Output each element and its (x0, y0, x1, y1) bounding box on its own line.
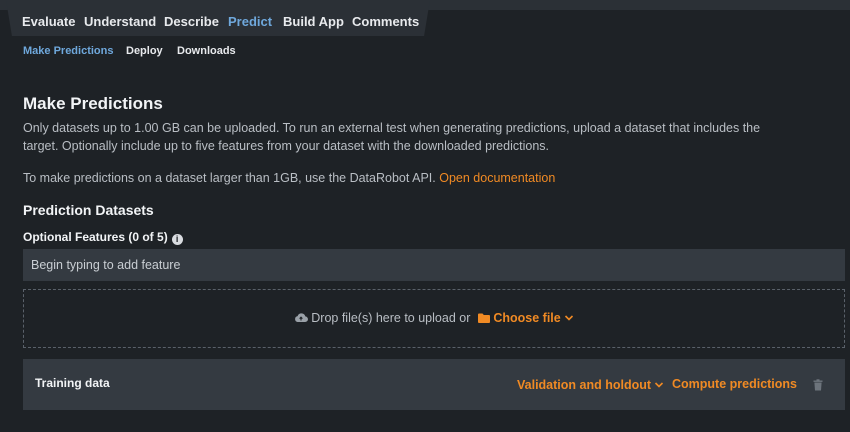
tab-evaluate[interactable]: Evaluate (22, 14, 75, 29)
drop-text: Drop file(s) here to upload or (311, 311, 471, 325)
feature-search-input[interactable] (23, 249, 845, 281)
subnav-downloads[interactable]: Downloads (177, 45, 236, 57)
tab-describe[interactable]: Describe (164, 14, 219, 29)
tab-predict[interactable]: Predict (228, 14, 272, 29)
tab-build-app[interactable]: Build App (283, 14, 344, 29)
chevron-down-icon (654, 382, 664, 388)
info-icon[interactable]: i (171, 234, 183, 245)
partition-label: Validation and holdout (517, 378, 652, 392)
partition-dropdown[interactable]: Validation and holdout (517, 378, 664, 392)
page-title: Make Predictions (23, 94, 163, 113)
subnav-deploy[interactable]: Deploy (126, 45, 163, 57)
intro-text: Only datasets up to 1.00 GB can be uploa… (23, 121, 761, 153)
top-tab-bar: Evaluate Understand Describe Predict Bui… (0, 0, 850, 42)
choose-file-button[interactable]: Choose file (478, 311, 573, 325)
optional-features-label: Optional Features (0 of 5) i (23, 230, 183, 245)
open-documentation-link[interactable]: Open documentation (439, 171, 555, 185)
api-note-text: To make predictions on a dataset larger … (23, 171, 436, 185)
dataset-name: Training data (35, 376, 110, 390)
prediction-datasets-heading: Prediction Datasets (23, 202, 154, 218)
compute-predictions-button[interactable]: Compute predictions (672, 377, 797, 391)
folder-icon (478, 313, 491, 323)
dataset-row-training-data: Training data Validation and holdout Com… (23, 359, 845, 410)
dropzone-content: Drop file(s) here to upload or Choose fi… (24, 311, 844, 325)
trash-icon[interactable] (813, 378, 823, 396)
tab-comments[interactable]: Comments (352, 14, 419, 29)
chevron-down-icon (564, 315, 573, 321)
cloud-upload-icon (295, 313, 309, 323)
optional-features-text: Optional Features (0 of 5) (23, 230, 168, 244)
file-dropzone[interactable]: Drop file(s) here to upload or Choose fi… (23, 289, 845, 348)
api-note: To make predictions on a dataset larger … (23, 170, 783, 188)
subnav-make-predictions[interactable]: Make Predictions (23, 45, 113, 57)
tab-understand[interactable]: Understand (84, 14, 156, 29)
choose-file-label: Choose file (493, 311, 561, 325)
